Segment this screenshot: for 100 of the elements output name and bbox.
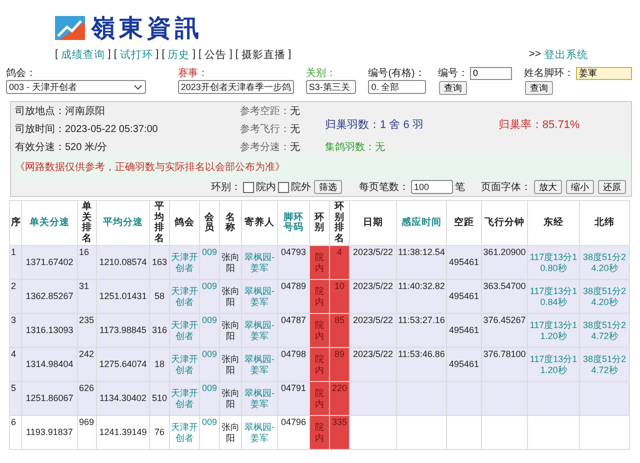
keeper-cell: 翠枫园-姜军 [242, 416, 278, 450]
flight-minutes-cell: 376.45267 [482, 314, 528, 348]
club-cell: 天津开创者 [170, 382, 200, 416]
font-size-button[interactable]: 放大 [534, 180, 562, 194]
font-size-label: 页面字体： [481, 180, 531, 194]
nav-link[interactable]: 试打环 [120, 48, 153, 62]
info-text: 参考空距：无 [240, 104, 301, 118]
ring-filter-label: 环别： [211, 181, 241, 194]
average-rank-cell: 316 [150, 314, 170, 348]
keeper-cell: 翠枫园-姜军 [242, 246, 278, 280]
row-number: 3 [10, 314, 22, 348]
column-header: 平均排名 [150, 200, 170, 246]
search-button[interactable]: 查询 [525, 81, 553, 95]
name-ring-input[interactable]: 姜軍 [576, 66, 632, 80]
ring-rank-cell: 335 [330, 416, 350, 450]
rank-cell: 626 [78, 382, 96, 416]
latitude-cell: 38度51分24.20秒 [580, 246, 630, 280]
bracket: ] [156, 48, 159, 62]
checkbox-label: 院内 [256, 180, 276, 194]
info-text: 司放地点：河南原阳 [15, 104, 106, 118]
per-page-select[interactable]: 100 [411, 180, 453, 194]
arrow-prefix: >> [528, 48, 541, 62]
name-cell: 张向阳 [220, 280, 242, 314]
column-header[interactable]: 单关分速 [22, 200, 78, 246]
bracket: [ [198, 48, 202, 62]
club-cell: 天津开创者 [170, 246, 200, 280]
arrival-time-cell: 11:40:32.82 [396, 280, 446, 314]
ring-type-cell: 院内 [310, 416, 330, 450]
member-cell: 009 [200, 348, 220, 382]
field-label: 关别： [306, 66, 337, 80]
average-rank-cell: 163 [150, 246, 170, 280]
row-number: 2 [10, 280, 22, 314]
font-size-button[interactable]: 还原 [598, 180, 626, 194]
date-cell: 2023/5/22 [350, 314, 396, 348]
longitude-cell: 117度13分11.20秒 [528, 314, 580, 348]
longitude-cell: 117度13分11.20秒 [528, 348, 580, 382]
longitude-cell: 117度13分10.84秒 [528, 280, 580, 314]
bracket: [ [235, 48, 238, 62]
column-header[interactable]: 脚环号码 [278, 200, 310, 246]
flight-minutes-cell: 363.54700 [482, 280, 528, 314]
info-text: 参考飞行：无 [240, 122, 301, 136]
ring-rank-cell: 89 [330, 348, 350, 382]
search-button[interactable]: 查询 [439, 81, 467, 95]
column-header: 环别排名 [330, 200, 350, 246]
bracket: ] [229, 48, 232, 62]
member-cell: 009 [200, 314, 220, 348]
average-speed-cell: 1251.01431 [96, 280, 150, 314]
checkbox[interactable] [243, 182, 254, 192]
name-cell: 张向阳 [220, 416, 242, 450]
checkbox[interactable] [278, 182, 289, 192]
average-rank-cell: 510 [150, 382, 170, 416]
nav-link[interactable]: 成绩查询 [60, 48, 105, 62]
nav-link[interactable]: 摄影直播 [241, 48, 286, 62]
notice-text: 《网路数据仅供参考，正确羽数与实际排名以会部公布为准》 [11, 157, 631, 177]
bracket: [ [55, 48, 58, 62]
ring-number-cell: 04798 [278, 348, 310, 382]
average-speed-cell: 1275.64074 [96, 348, 150, 382]
club-select[interactable]: 003 - 天津开创者 [6, 80, 146, 94]
race-select[interactable]: 2023开创者天津春季一步鸽 [178, 80, 294, 94]
nav-link[interactable]: 历史 [168, 48, 190, 62]
keeper-cell: 翠枫园-姜军 [242, 314, 278, 348]
group-select[interactable]: 0. 全部 [368, 80, 426, 94]
ring-number-cell: 04787 [278, 314, 310, 348]
filter-button[interactable]: 筛选 [314, 180, 342, 194]
number-input[interactable]: 0 [470, 66, 512, 80]
member-cell: 009 [200, 382, 220, 416]
rank-cell: 31 [78, 280, 96, 314]
distance-cell: 495461 [446, 280, 482, 314]
per-page-label: 每页笔数： [359, 181, 409, 194]
flight-minutes-cell: 361.20900 [482, 246, 528, 280]
column-header[interactable]: 感应时间 [396, 200, 446, 246]
distance-cell: 495461 [446, 348, 482, 382]
column-header: 鸽会 [170, 200, 200, 246]
column-header: 序 [10, 200, 22, 246]
average-rank-cell: 18 [150, 348, 170, 382]
column-header: 单关排名 [78, 200, 96, 246]
nav-link[interactable]: 公告 [204, 48, 226, 62]
stage-select[interactable]: S3-第三关 [306, 80, 356, 94]
speed-cell: 1193.91837 [22, 416, 78, 450]
logout-link[interactable]: 登出系统 [544, 48, 588, 62]
bracket: ] [288, 48, 292, 62]
name-cell: 张向阳 [220, 246, 242, 280]
column-header: 北纬 [580, 200, 630, 246]
row-number: 5 [10, 382, 22, 416]
ring-rank-cell: 4 [330, 246, 350, 280]
column-header: 日期 [350, 200, 396, 246]
latitude-cell: 38度51分24.72秒 [580, 314, 630, 348]
ring-number-cell: 04796 [278, 416, 310, 450]
arrival-time-cell: 11:53:46.86 [396, 348, 446, 382]
flight-minutes-cell: 376.78100 [482, 348, 528, 382]
font-size-button[interactable]: 缩小 [566, 180, 594, 194]
row-number: 4 [10, 348, 22, 382]
speed-cell: 1371.67402 [22, 246, 78, 280]
arrival-time-cell: 11:53:27.16 [396, 314, 446, 348]
ring-type-cell: 院内 [310, 348, 330, 382]
date-cell: 2023/5/22 [350, 348, 396, 382]
speed-cell: 1314.98404 [22, 348, 78, 382]
rank-cell: 242 [78, 348, 96, 382]
column-header[interactable]: 平均分速 [96, 200, 150, 246]
latitude-cell: 38度51分24.72秒 [580, 348, 630, 382]
